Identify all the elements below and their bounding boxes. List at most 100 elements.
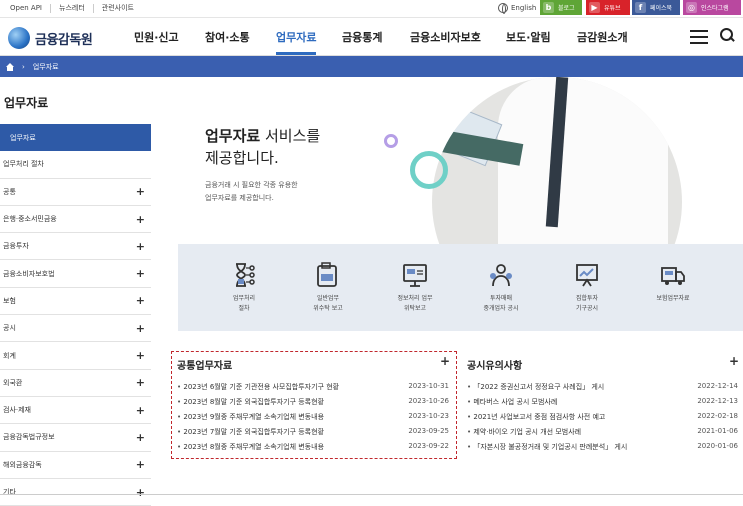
list-item-title[interactable]: 2023년 8월중 주채무계열 소속기업체 변동내용 bbox=[177, 442, 324, 455]
language-label: English bbox=[511, 4, 537, 12]
list-item[interactable]: 2021년 사업보고서 중점 점검사항 사전 예고 2022-02-18 bbox=[467, 412, 738, 425]
list-item[interactable]: 제약·바이오 기업 공시 개선 모범사례 2021-01-06 bbox=[467, 427, 738, 440]
site-logo[interactable]: 금융감독원 bbox=[8, 27, 93, 49]
blog-label: 블로그 bbox=[558, 5, 575, 12]
menu-participation[interactable]: 참여·소통 bbox=[205, 29, 250, 45]
plus-icon[interactable]: + bbox=[136, 376, 145, 389]
youtube-label: 유튜브 bbox=[604, 5, 621, 12]
instagram-button[interactable]: ◎ 인스타그램 bbox=[683, 0, 741, 15]
language-link[interactable]: English bbox=[498, 3, 537, 14]
list-item-title[interactable]: 2023년 9월중 주채무계열 소속기업체 변동내용 bbox=[177, 412, 324, 425]
list-item[interactable]: 2023년 6월말 기준 기관전용 사모집합투자기구 현황 2023-10-31 bbox=[177, 382, 449, 395]
plus-icon[interactable]: + bbox=[136, 458, 145, 471]
common-board-title[interactable]: 공통업무자료 bbox=[177, 357, 232, 372]
facebook-icon: f bbox=[635, 2, 646, 13]
footer-divider bbox=[0, 494, 743, 495]
list-item-title[interactable]: 2023년 8월말 기준 외국집합투자기구 등록현황 bbox=[177, 397, 324, 410]
related-sites-link[interactable]: 관련사이트 bbox=[92, 4, 142, 13]
menu-statistics[interactable]: 금융통계 bbox=[342, 29, 382, 45]
plus-icon[interactable]: + bbox=[136, 213, 145, 226]
plus-icon[interactable]: + bbox=[136, 294, 145, 307]
hamburger-menu-icon[interactable] bbox=[690, 30, 708, 44]
list-item-date: 2022-02-18 bbox=[697, 412, 738, 420]
service-insurance[interactable]: 보험업무자료 bbox=[633, 262, 713, 304]
monitor-icon bbox=[401, 262, 429, 288]
facebook-button[interactable]: f 페이스북 bbox=[632, 0, 680, 15]
sidebar-nav: 업무자료 업무처리 절차 공통 + 은행·중소서민금융 + 금융투자 + 금융소비자보… bbox=[0, 124, 151, 506]
sidebar-item-label: 보험 bbox=[3, 296, 16, 305]
newsletter-link[interactable]: 뉴스레터 bbox=[50, 4, 93, 13]
plus-icon[interactable]: + bbox=[136, 404, 145, 417]
notice-board-title[interactable]: 공시유의사항 bbox=[467, 357, 522, 372]
menu-complaints[interactable]: 민원·신고 bbox=[134, 29, 179, 45]
list-item-date: 2021-01-06 bbox=[697, 427, 738, 435]
menu-consumer-protection[interactable]: 금융소비자보호 bbox=[410, 29, 481, 45]
hero-title: 업무자료 서비스를 bbox=[205, 125, 320, 146]
sidebar-item-label: 회계 bbox=[3, 351, 16, 360]
menu-press[interactable]: 보도·알림 bbox=[506, 29, 551, 45]
sidebar-item-disclosure[interactable]: 공시 + bbox=[0, 315, 151, 343]
service-fund-disclosure[interactable]: 집합투자 기구공시 bbox=[547, 262, 627, 314]
sidebar-item-overseas[interactable]: 해외금융감독 + bbox=[0, 452, 151, 479]
service-label: 중개업자 공시 bbox=[483, 305, 519, 312]
plus-icon[interactable]: + bbox=[136, 185, 145, 198]
menu-about[interactable]: 금감원소개 bbox=[577, 29, 628, 45]
sidebar-item-procedure[interactable]: 업무처리 절차 bbox=[0, 151, 151, 179]
decorative-ring-icon bbox=[384, 134, 398, 148]
list-item-title[interactable]: 2021년 사업보고서 중점 점검사항 사전 예고 bbox=[467, 412, 605, 425]
sidebar-item-foreign-exchange[interactable]: 외국환 + bbox=[0, 370, 151, 397]
list-item[interactable]: 「자본시장 불공정거래 및 기업공시 판례분석」 게시 2020-01-06 bbox=[467, 442, 738, 455]
sidebar-item-inspection[interactable]: 검사·제재 + bbox=[0, 397, 151, 425]
list-item[interactable]: 메타버스 사업 공시 모범사례 2022-12-13 bbox=[467, 397, 738, 410]
document-report-icon bbox=[314, 262, 342, 288]
plus-icon[interactable]: + bbox=[136, 431, 145, 444]
sidebar-item-regulations[interactable]: 금융감독법규정보 + bbox=[0, 424, 151, 452]
sidebar-item-work-materials[interactable]: 업무자료 bbox=[0, 124, 151, 152]
service-label: 위탁보고 bbox=[403, 305, 427, 312]
open-api-link[interactable]: Open API bbox=[10, 4, 50, 13]
sidebar-item-banking[interactable]: 은행·중소서민금융 + bbox=[0, 206, 151, 234]
sidebar-item-insurance[interactable]: 보험 + bbox=[0, 288, 151, 316]
decorative-ring-icon bbox=[410, 151, 448, 189]
search-icon[interactable] bbox=[720, 28, 734, 42]
sidebar-item-label: 금융투자 bbox=[3, 242, 29, 251]
service-procedure[interactable]: 업무처리 절차 bbox=[204, 262, 284, 314]
list-item-title[interactable]: 메타버스 사업 공시 모범사례 bbox=[467, 397, 557, 410]
blog-button[interactable]: b 블로그 bbox=[540, 0, 582, 15]
businessman-figure bbox=[498, 77, 668, 257]
list-item[interactable]: 2023년 8월말 기준 외국집합투자기구 등록현황 2023-10-26 bbox=[177, 397, 449, 410]
notice-board-more-button[interactable]: + bbox=[729, 354, 739, 368]
list-item-title[interactable]: 2023년 7월말 기준 외국집합투자기구 등록현황 bbox=[177, 427, 324, 440]
breadcrumb-current[interactable]: 업무자료 bbox=[33, 62, 59, 72]
hourglass-flow-icon bbox=[230, 262, 258, 288]
list-item-title[interactable]: 「2022 증권신고서 정정요구 사례집」 게시 bbox=[467, 382, 604, 395]
list-item-title[interactable]: 2023년 6월말 기준 기관전용 사모집합투자기구 현황 bbox=[177, 382, 339, 395]
plus-icon[interactable]: + bbox=[136, 322, 145, 335]
list-item-title[interactable]: 제약·바이오 기업 공시 개선 모범사례 bbox=[467, 427, 581, 440]
list-item[interactable]: 2023년 8월중 주채무계열 소속기업체 변동내용 2023-09-22 bbox=[177, 442, 449, 455]
sidebar-item-etc[interactable]: 기타 + bbox=[0, 479, 151, 506]
list-item[interactable]: 2023년 9월중 주채무계열 소속기업체 변동내용 2023-10-23 bbox=[177, 412, 449, 425]
list-item[interactable]: 「2022 증권신고서 정정요구 사례집」 게시 2022-12-14 bbox=[467, 382, 738, 395]
service-dealer-disclosure[interactable]: 투자매매 중개업자 공시 bbox=[461, 262, 541, 314]
instagram-label: 인스타그램 bbox=[701, 5, 729, 12]
plus-icon[interactable]: + bbox=[136, 240, 145, 253]
sidebar-item-investment[interactable]: 금융투자 + bbox=[0, 233, 151, 261]
service-general-report[interactable]: 일반업무 위수탁 보고 bbox=[288, 262, 368, 314]
service-it-outsourcing[interactable]: 정보처리 업무 위탁보고 bbox=[375, 262, 455, 314]
hero-desc-line2: 업무자료를 제공합니다. bbox=[205, 194, 274, 202]
list-item[interactable]: 2023년 7월말 기준 외국집합투자기구 등록현황 2023-09-25 bbox=[177, 427, 449, 440]
sidebar-item-consumer-law[interactable]: 금융소비자보호법 + bbox=[0, 260, 151, 288]
sidebar-item-common[interactable]: 공통 + bbox=[0, 179, 151, 206]
breadcrumb: › 업무자료 bbox=[0, 56, 743, 77]
common-board-more-button[interactable]: + bbox=[440, 354, 450, 368]
plus-icon[interactable]: + bbox=[136, 267, 145, 280]
youtube-button[interactable]: ▶ 유튜브 bbox=[586, 0, 630, 15]
fss-logo-icon bbox=[8, 27, 30, 49]
home-icon[interactable] bbox=[6, 62, 14, 71]
sidebar-item-accounting[interactable]: 회계 + bbox=[0, 342, 151, 370]
plus-icon[interactable]: + bbox=[136, 349, 145, 362]
menu-work-materials[interactable]: 업무자료 bbox=[276, 29, 317, 55]
list-item-title[interactable]: 「자본시장 불공정거래 및 기업공시 판례분석」 게시 bbox=[467, 442, 627, 455]
sidebar-item-label: 해외금융감독 bbox=[3, 460, 42, 469]
